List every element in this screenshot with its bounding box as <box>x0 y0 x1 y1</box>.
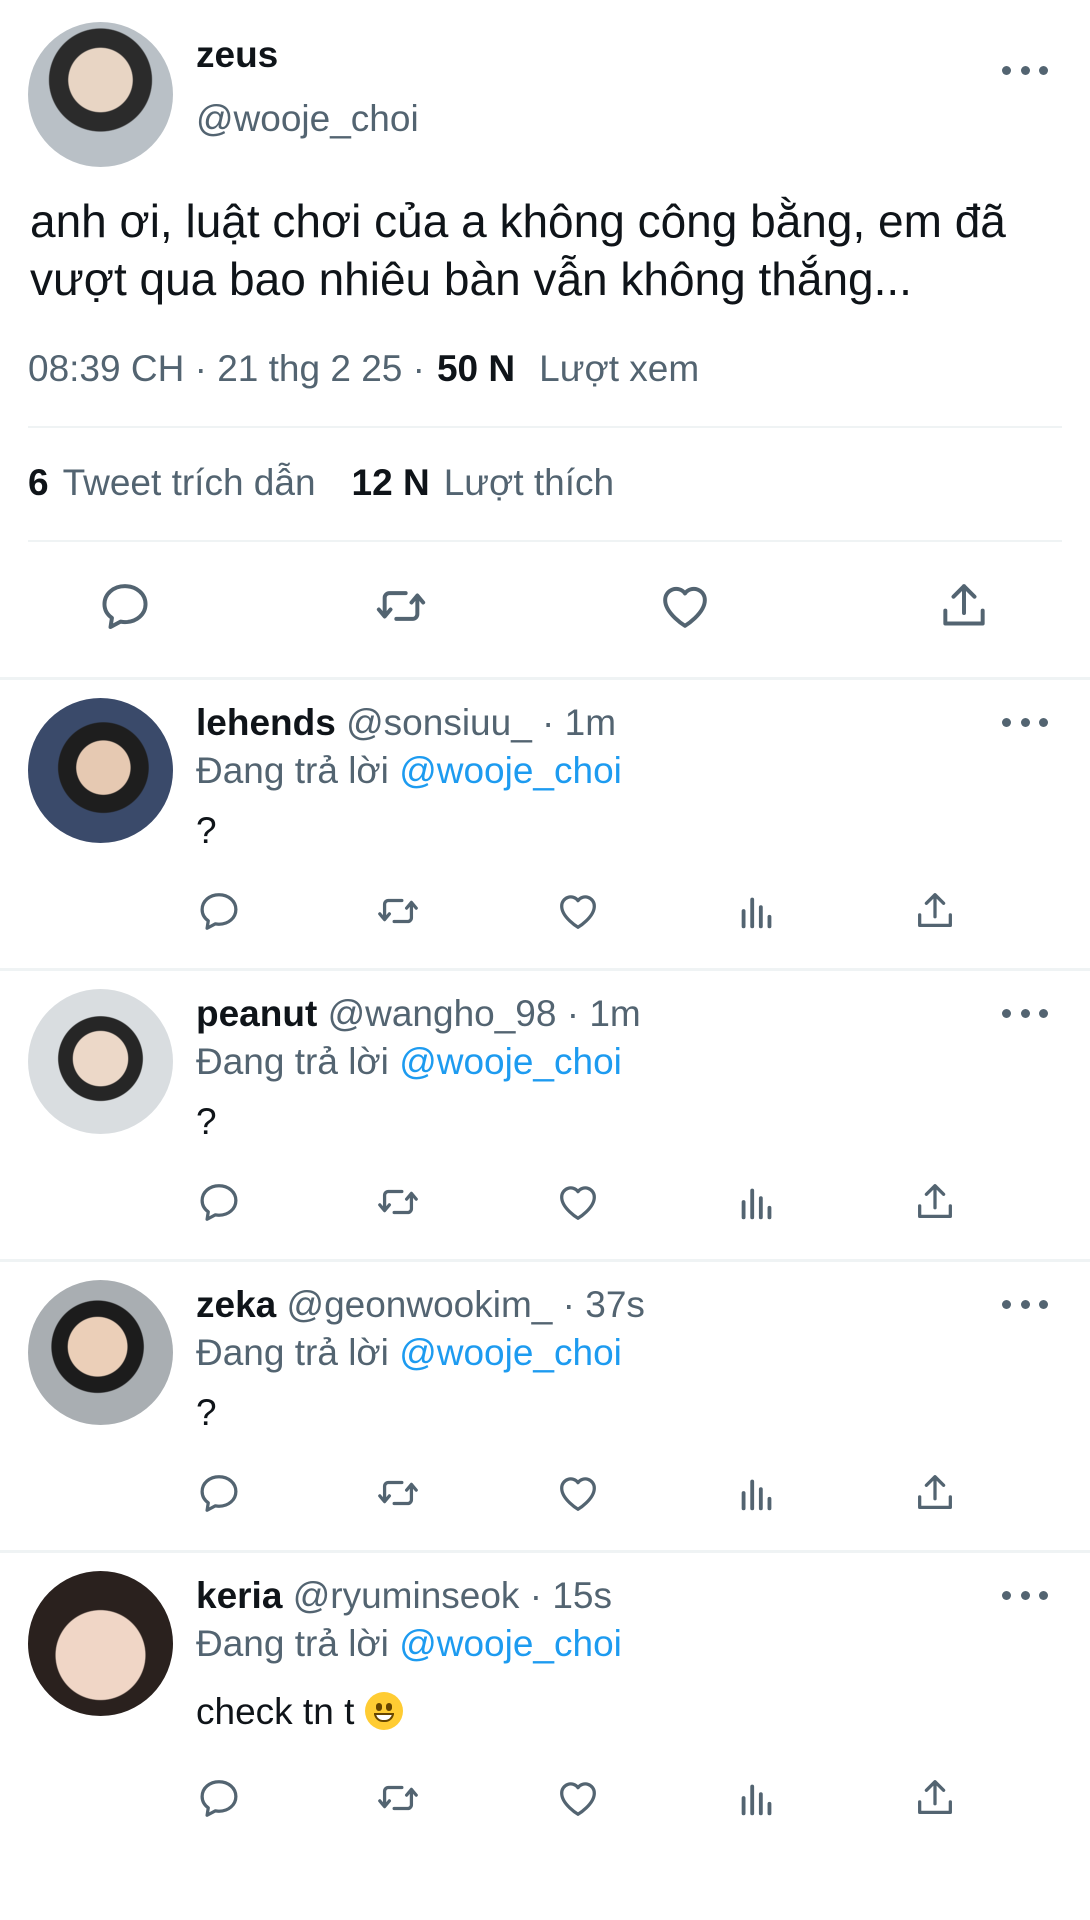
reply-handle-time[interactable]: @sonsiuu_ · 1m <box>346 702 616 743</box>
share-icon[interactable] <box>936 578 992 634</box>
reply-text: ? <box>196 1392 217 1433</box>
reply-mention[interactable]: @wooje_choi <box>399 1623 622 1664</box>
replying-label: Đang trả lời <box>196 750 389 791</box>
reply-icon[interactable] <box>196 1775 242 1821</box>
reply-handle-time[interactable]: @wangho_98 · 1m <box>328 993 641 1034</box>
likes-label[interactable]: Lượt thích <box>444 462 614 504</box>
like-icon[interactable] <box>555 1470 601 1516</box>
grinning-emoji-icon <box>364 1692 403 1730</box>
tweet-timestamp[interactable]: 08:39 CH · 21 thg 2 25 · <box>28 348 425 390</box>
more-icon[interactable] <box>1002 1294 1048 1314</box>
reply-item[interactable]: keria @ryuminseok · 15s Đang trả lời @wo… <box>0 1553 1090 1859</box>
reply-text: ? <box>196 1101 217 1142</box>
quotes-count[interactable]: 6 <box>28 462 49 504</box>
retweet-icon[interactable] <box>375 1470 421 1516</box>
replying-label: Đang trả lời <box>196 1332 389 1373</box>
likes-count[interactable]: 12 N <box>352 462 430 504</box>
reply-handle-time[interactable]: @geonwookim_ · 37s <box>287 1284 645 1325</box>
tweet-detail-page: zeus @wooje_choi anh ơi, luật chơi của a… <box>0 0 1090 1920</box>
like-icon[interactable] <box>555 1775 601 1821</box>
reply-text: check tn t <box>196 1691 355 1732</box>
reply-author-name[interactable]: keria <box>196 1575 282 1616</box>
reply-author-name[interactable]: zeka <box>196 1284 276 1325</box>
tweet-meta: 08:39 CH · 21 thg 2 25 · 50 N Lượt xem <box>28 348 1062 390</box>
more-icon[interactable] <box>1002 60 1048 80</box>
views-count: 50 N <box>436 348 516 389</box>
views-icon[interactable] <box>734 1775 780 1821</box>
views-icon[interactable] <box>734 1179 780 1225</box>
retweet-icon[interactable] <box>375 1179 421 1225</box>
more-icon[interactable] <box>1002 1585 1048 1605</box>
views-label: Lượt xem <box>539 348 700 389</box>
quotes-label[interactable]: Tweet trích dẫn <box>63 462 316 504</box>
reply-mention[interactable]: @wooje_choi <box>399 1041 622 1082</box>
share-icon[interactable] <box>912 1775 958 1821</box>
reply-text: ? <box>196 810 217 851</box>
retweet-icon[interactable] <box>375 888 421 934</box>
avatar[interactable] <box>28 989 173 1134</box>
more-icon[interactable] <box>1002 712 1048 732</box>
views-icon[interactable] <box>734 888 780 934</box>
replying-label: Đang trả lời <box>196 1041 389 1082</box>
reply-item[interactable]: peanut @wangho_98 · 1m Đang trả lời @woo… <box>0 971 1090 1262</box>
reply-icon[interactable] <box>97 578 153 634</box>
share-icon[interactable] <box>912 888 958 934</box>
replying-label: Đang trả lời <box>196 1623 389 1664</box>
retweet-icon[interactable] <box>375 1775 421 1821</box>
reply-handle-time[interactable]: @ryuminseok · 15s <box>293 1575 612 1616</box>
share-icon[interactable] <box>912 1470 958 1516</box>
views-icon[interactable] <box>734 1470 780 1516</box>
avatar[interactable] <box>28 1571 173 1716</box>
reply-mention[interactable]: @wooje_choi <box>399 1332 622 1373</box>
reply-author-name[interactable]: peanut <box>196 993 317 1034</box>
like-icon[interactable] <box>555 888 601 934</box>
share-icon[interactable] <box>912 1179 958 1225</box>
main-tweet-header: zeus @wooje_choi <box>0 0 1090 170</box>
like-icon[interactable] <box>657 578 713 634</box>
main-tweet: zeus @wooje_choi anh ơi, luật chơi của a… <box>0 0 1090 677</box>
like-icon[interactable] <box>555 1179 601 1225</box>
reply-icon[interactable] <box>196 1470 242 1516</box>
author-handle[interactable]: @wooje_choi <box>196 98 419 140</box>
reply-item[interactable]: lehends @sonsiuu_ · 1m Đang trả lời @woo… <box>0 680 1090 971</box>
reply-icon[interactable] <box>196 888 242 934</box>
main-tweet-actions <box>0 542 1090 677</box>
retweet-icon[interactable] <box>373 578 429 634</box>
author-name[interactable]: zeus <box>196 34 278 76</box>
avatar[interactable] <box>28 22 173 167</box>
avatar[interactable] <box>28 698 173 843</box>
tweet-text: anh ơi, luật chơi của a không công bằng,… <box>30 195 1006 305</box>
reply-author-name[interactable]: lehends <box>196 702 336 743</box>
reply-text-container: check tn t <box>196 1691 403 1733</box>
avatar[interactable] <box>28 1280 173 1425</box>
reply-icon[interactable] <box>196 1179 242 1225</box>
more-icon[interactable] <box>1002 1003 1048 1023</box>
tweet-stats: 6 Tweet trích dẫn 12 N Lượt thích <box>28 428 1062 540</box>
reply-item[interactable]: zeka @geonwookim_ · 37s Đang trả lời @wo… <box>0 1262 1090 1553</box>
reply-mention[interactable]: @wooje_choi <box>399 750 622 791</box>
